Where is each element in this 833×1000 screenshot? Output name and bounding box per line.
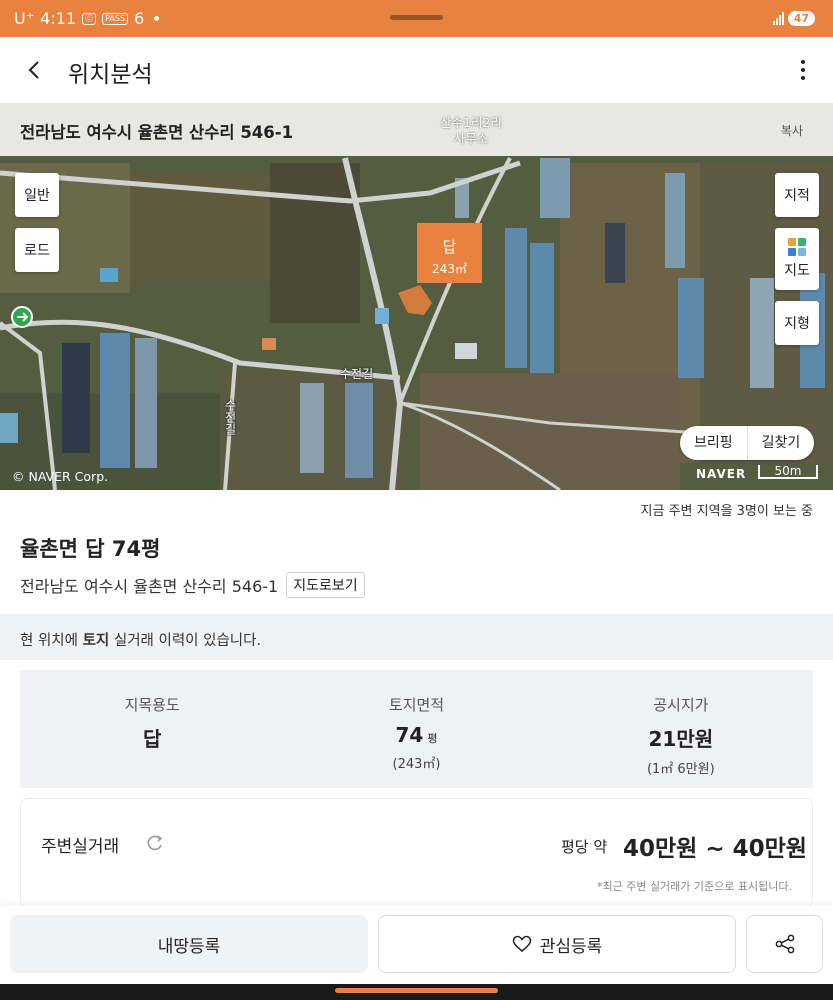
bottom-action-bar: 내땅등록 관심등록 bbox=[0, 906, 833, 984]
more-dot-icon bbox=[801, 60, 805, 64]
heart-icon bbox=[512, 935, 531, 952]
notification-count: 6 bbox=[134, 9, 145, 28]
window-handle[interactable] bbox=[390, 15, 443, 20]
briefing-button[interactable]: 브리핑 bbox=[680, 426, 747, 460]
map-copyright: © NAVER Corp. bbox=[12, 469, 109, 484]
map-action-pill: 브리핑 길찾기 bbox=[680, 426, 815, 460]
land-address: 전라남도 여수시 율촌면 산수리 546-1 bbox=[20, 577, 279, 596]
map-type-road-button[interactable]: 로드 bbox=[15, 228, 59, 272]
stat-land-category: 지목용도 답 bbox=[20, 670, 284, 788]
app-bar: 위치분석 bbox=[0, 37, 833, 103]
back-button[interactable] bbox=[18, 54, 50, 86]
history-text: 현 위치에 토지 실거래 이력이 있습니다. bbox=[20, 633, 262, 649]
favorite-label: 관심등록 bbox=[539, 936, 603, 957]
nearby-note: *최근 주변 실거래가 기준으로 표시됩니다. bbox=[596, 880, 792, 893]
cadastral-map-label: 지도 bbox=[784, 263, 810, 279]
stat-value-row: 74 평 bbox=[395, 723, 438, 747]
stat-label: 공시지가 bbox=[653, 696, 709, 714]
stat-sub: (243㎡) bbox=[392, 757, 441, 772]
more-dot-icon bbox=[801, 76, 805, 80]
land-stats: 지목용도 답 토지면적 74 평 (243㎡) 공시지가 21만원 (1㎡ 6만원… bbox=[20, 670, 813, 788]
navigation-arrow-icon[interactable] bbox=[11, 306, 33, 328]
share-icon bbox=[775, 934, 794, 954]
status-time: 4:11 bbox=[40, 9, 77, 28]
nearby-transactions-card: 주변실거래 평당 약 40만원 ~ 40만원 *최근 주변 실거래가 기준으로 … bbox=[20, 798, 813, 908]
status-right: 47 bbox=[772, 11, 815, 26]
price-prefix: 평당 약 bbox=[561, 838, 608, 856]
poi-label: 산수1리2리 사무소 bbox=[440, 115, 502, 147]
stat-official-price: 공시지가 21만원 (1㎡ 6만원) bbox=[549, 670, 813, 788]
view-on-map-button[interactable]: 지도로보기 bbox=[286, 572, 365, 598]
parcel-marker[interactable]: 답 243㎡ bbox=[417, 223, 482, 283]
register-my-land-button[interactable]: 내땅등록 bbox=[10, 915, 368, 973]
page-title: 위치분석 bbox=[68, 62, 153, 88]
pass-chip: PASS bbox=[102, 12, 129, 25]
status-left: U⁺ 4:11 Ⓒ PASS 6 bbox=[14, 9, 160, 28]
more-dot-icon bbox=[801, 68, 805, 72]
copy-address-button[interactable]: 복사 bbox=[781, 122, 803, 139]
stat-value: 답 bbox=[142, 727, 162, 751]
stat-label: 지목용도 bbox=[124, 696, 180, 714]
stat-sub: (1㎡ 6만원) bbox=[646, 762, 715, 777]
battery-icon: 47 bbox=[787, 11, 815, 26]
refresh-icon[interactable] bbox=[145, 833, 165, 853]
chevron-left-icon bbox=[28, 61, 39, 79]
add-favorite-button[interactable]: 관심등록 bbox=[378, 915, 736, 973]
transaction-history-notice: 현 위치에 토지 실거래 이력이 있습니다. bbox=[0, 614, 833, 660]
road-label: 수전길 bbox=[340, 367, 374, 381]
notification-dot bbox=[154, 16, 160, 21]
stat-value: 21만원 bbox=[648, 727, 714, 751]
map-scale: 50m bbox=[758, 465, 818, 479]
directions-button[interactable]: 길찾기 bbox=[748, 426, 815, 460]
poi-label-line1: 산수1리2리 bbox=[440, 115, 502, 130]
viewer-count: 지금 주변 지역을 3명이 보는 중 bbox=[640, 504, 813, 519]
satellite-map[interactable]: 전라남도 여수시 율촌면 산수리 546-1 복사 산수1리2리 사무소 일반 … bbox=[0, 103, 833, 490]
land-address-row: 전라남도 여수시 율촌면 산수리 546-1 지도로보기 bbox=[20, 572, 365, 598]
address-bar: 전라남도 여수시 율촌면 산수리 546-1 복사 bbox=[0, 103, 833, 156]
home-gesture-handle[interactable] bbox=[335, 988, 498, 993]
marker-category: 답 bbox=[442, 238, 457, 256]
notification-chip: Ⓒ bbox=[82, 12, 97, 25]
marker-area: 243㎡ bbox=[432, 262, 467, 276]
road-label-vertical: 수전길 bbox=[223, 399, 237, 435]
status-bar: U⁺ 4:11 Ⓒ PASS 6 47 bbox=[0, 0, 833, 37]
stat-land-area: 토지면적 74 평 (243㎡) bbox=[284, 670, 548, 788]
land-title: 율촌면 답 74평 bbox=[20, 537, 161, 561]
cadastral-layer-button[interactable]: 지적 bbox=[775, 173, 819, 217]
poi-label-line2: 사무소 bbox=[453, 131, 489, 146]
nearby-title: 주변실거래 bbox=[41, 837, 120, 857]
map-type-normal-button[interactable]: 일반 bbox=[15, 173, 59, 217]
layers-icon bbox=[788, 238, 806, 256]
stat-label: 토지면적 bbox=[388, 696, 445, 714]
share-button[interactable] bbox=[746, 915, 823, 973]
map-address: 전라남도 여수시 율촌면 산수리 546-1 bbox=[20, 123, 294, 142]
signal-icon bbox=[772, 12, 784, 25]
naver-logo: NAVER bbox=[696, 467, 747, 481]
cadastral-map-button[interactable]: 지도 bbox=[775, 228, 819, 290]
system-nav-bar bbox=[0, 984, 833, 1000]
more-menu-button[interactable] bbox=[793, 54, 813, 86]
terrain-layer-button[interactable]: 지형 bbox=[775, 301, 819, 345]
carrier-label: U⁺ bbox=[14, 9, 35, 28]
price-range: 40만원 ~ 40만원 bbox=[623, 836, 807, 862]
